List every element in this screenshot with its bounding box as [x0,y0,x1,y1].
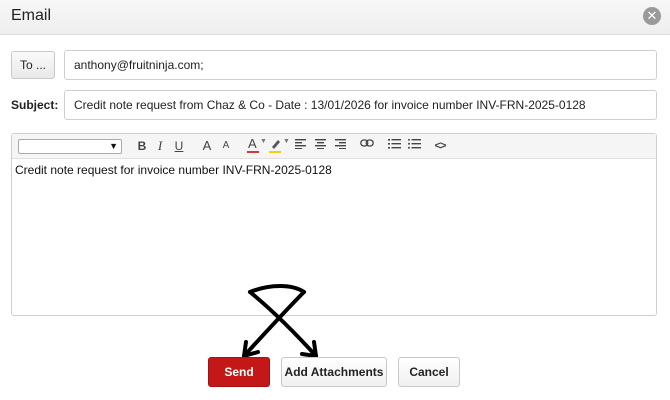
to-button[interactable]: To ... [11,51,55,79]
chevron-down-icon: ▼ [109,141,118,151]
numbered-list-button[interactable] [388,139,401,155]
subject-field[interactable]: Credit note request from Chaz & Co - Dat… [64,90,657,120]
align-center-button[interactable] [315,139,327,155]
annotation-arrows [242,284,318,358]
font-size-increase-button[interactable]: A [201,138,213,154]
close-button[interactable]: ✕ [643,7,661,25]
dialog-titlebar: Email ✕ [0,0,670,35]
subject-label: Subject: [11,98,59,112]
font-color-button[interactable]: A ▼ [246,137,268,153]
close-icon: ✕ [646,8,658,23]
align-center-icon [315,139,326,149]
link-icon [360,139,374,147]
unordered-list-icon [408,139,421,149]
send-button[interactable]: Send [208,357,270,387]
underline-button[interactable]: U [173,138,185,154]
align-right-button[interactable] [335,139,347,155]
align-left-button[interactable] [295,139,307,155]
caret-down-icon: ▼ [260,138,267,145]
insert-link-button[interactable] [360,139,374,155]
bullet-list-button[interactable] [408,139,421,155]
editor-body-text[interactable]: Credit note request for invoice number I… [15,163,332,177]
code-view-button[interactable]: <> [432,138,448,154]
ordered-list-icon [388,139,401,149]
font-color-icon: A [248,136,257,151]
font-color-bar [247,151,259,153]
to-field[interactable]: anthony@fruitninja.com; [64,50,657,80]
highlight-color-bar [269,151,281,153]
cancel-button[interactable]: Cancel [398,357,460,387]
font-size-decrease-button[interactable]: A [221,138,231,154]
font-family-select[interactable]: ▼ [18,139,122,154]
highlight-color-button[interactable]: ▼ [268,137,292,153]
bold-button[interactable]: B [136,138,148,154]
highlighter-icon [272,140,280,149]
editor-toolbar: ▼ B I U A A A ▼ ▼ <> [12,134,656,159]
align-right-icon [335,139,346,149]
email-dialog: Email ✕ To ... anthony@fruitninja.com; S… [0,0,670,400]
dialog-title: Email [11,7,52,24]
align-left-icon [295,139,306,149]
add-attachments-button[interactable]: Add Attachments [281,357,387,387]
italic-button[interactable]: I [154,138,166,154]
caret-down-icon: ▼ [283,138,290,145]
